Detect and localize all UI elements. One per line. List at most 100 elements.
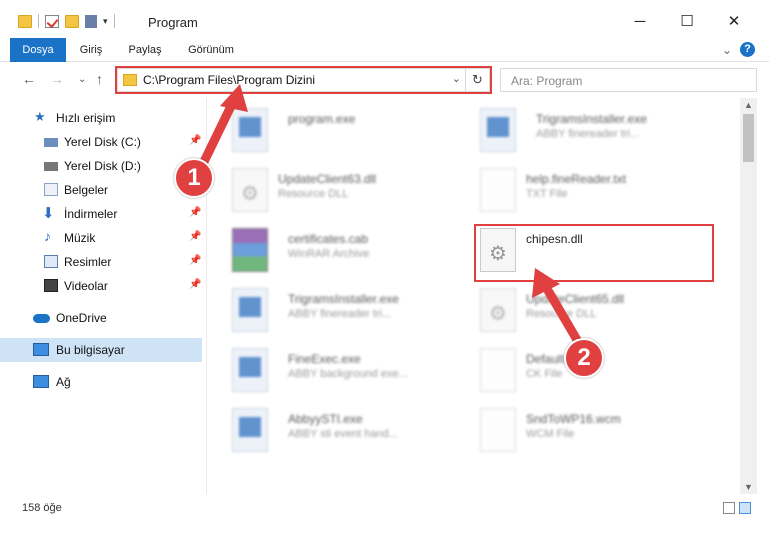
sidebar-item-label: Bu bilgisayar	[56, 343, 125, 357]
help-icon[interactable]: ?	[740, 42, 755, 57]
sidebar-item-network[interactable]: Ağ	[0, 370, 202, 394]
tab-home[interactable]: Giriş	[72, 38, 110, 62]
search-placeholder: Ara: Program	[511, 74, 583, 88]
ribbon-expand-icon[interactable]: ⌄	[722, 43, 732, 57]
pictures-icon	[44, 255, 58, 268]
tab-view[interactable]: Görünüm	[180, 38, 242, 62]
file-item[interactable]: program.exe	[232, 106, 472, 162]
address-highlight-box	[115, 66, 492, 94]
file-description: Resource DLL	[278, 188, 349, 200]
exe-file-icon	[232, 348, 268, 392]
pin-icon[interactable]: 📌	[189, 279, 201, 290]
up-arrow-icon[interactable]: ↑	[96, 71, 103, 87]
pin-icon[interactable]: 📌	[189, 207, 201, 218]
file-description: Resource DLL	[526, 308, 597, 320]
details-view-icon[interactable]	[723, 502, 735, 514]
callout-badge-2: 2	[564, 338, 604, 378]
music-icon: ♪	[44, 228, 51, 244]
folder-icon[interactable]	[18, 14, 32, 28]
customize-toolbar-icon[interactable]	[85, 14, 97, 28]
sidebar-item-label: Yerel Disk (C:)	[64, 135, 141, 149]
forward-arrow-icon[interactable]: →	[50, 71, 64, 87]
drive-icon	[44, 138, 58, 147]
file-description: ABBY background exe...	[288, 368, 408, 380]
sidebar-item-label: Resimler	[64, 255, 112, 269]
network-icon	[33, 375, 49, 388]
file-item[interactable]: help.fineReader.txt TXT File	[480, 166, 720, 222]
ribbon-right-controls: ⌄ ?	[722, 42, 755, 57]
toolbar-separator	[38, 14, 39, 28]
archive-file-icon	[232, 228, 268, 272]
file-name: SndToWP16.wcm	[526, 412, 621, 426]
sidebar-item-label: Yerel Disk (D:)	[64, 159, 141, 173]
file-description: TXT File	[526, 188, 568, 200]
sidebar-item-documents[interactable]: Belgeler 📌	[0, 178, 202, 202]
file-item[interactable]: TrigramsInstaller.exe ABBY finereader tr…	[232, 286, 472, 342]
file-item[interactable]: TrigramsInstaller.exe ABBY finereader tr…	[480, 106, 720, 162]
file-description: ABBY finereader tri...	[536, 128, 640, 140]
file-description: WinRAR Archive	[288, 248, 370, 260]
file-description: ABBY sti event hand...	[288, 428, 398, 440]
vertical-scrollbar[interactable]: ▲ ▼	[740, 98, 757, 494]
file-description: WCM File	[526, 428, 575, 440]
close-button[interactable]: ✕	[714, 8, 754, 36]
quick-access-toolbar: ▾	[18, 14, 115, 28]
file-name: TrigramsInstaller.exe	[536, 112, 647, 126]
view-switcher	[723, 502, 751, 514]
sidebar-item-label: Ağ	[56, 375, 71, 389]
file-name: UpdateClient65.dll	[526, 292, 625, 306]
back-arrow-icon[interactable]: ←	[22, 71, 36, 87]
file-item[interactable]: AbbyySTI.exe ABBY sti event hand...	[232, 406, 472, 462]
pin-icon[interactable]: 📌	[189, 135, 201, 146]
file-description: CK File	[526, 368, 563, 380]
sidebar-item-pictures[interactable]: Resimler 📌	[0, 250, 202, 274]
file-name: TrigramsInstaller.exe	[288, 292, 399, 306]
scroll-down-icon[interactable]: ▼	[744, 482, 753, 492]
sidebar-item-local-disk-c[interactable]: Yerel Disk (C:) 📌	[0, 130, 202, 154]
file-name: AbbyySTI.exe	[288, 412, 363, 426]
star-icon: ★	[34, 109, 46, 124]
exe-file-icon	[232, 408, 268, 452]
sidebar-item-onedrive[interactable]: OneDrive	[0, 306, 202, 330]
download-icon: ⬇	[42, 205, 55, 222]
file-name: UpdateClient63.dll	[278, 172, 377, 186]
tiles-view-icon[interactable]	[739, 502, 751, 514]
window-title: Program	[148, 15, 198, 30]
toolbar-dropdown-icon[interactable]: ▾	[103, 16, 108, 27]
txt-file-icon	[480, 348, 516, 392]
status-bar: 158 öğe	[0, 494, 769, 534]
drive-icon	[44, 162, 58, 171]
file-name: program.exe	[288, 112, 356, 126]
maximize-button[interactable]: ☐	[667, 8, 707, 36]
minimize-button[interactable]: ─	[620, 8, 660, 36]
new-folder-icon[interactable]	[65, 14, 79, 28]
file-item[interactable]: SndToWP16.wcm WCM File	[480, 406, 720, 462]
tab-share[interactable]: Paylaş	[120, 38, 170, 62]
sidebar-item-this-pc[interactable]: Bu bilgisayar	[0, 338, 202, 362]
sidebar-item-label: Videolar	[64, 279, 108, 293]
sidebar-item-quick-access[interactable]: ★ Hızlı erişim	[0, 106, 202, 130]
file-name: help.fineReader.txt	[526, 172, 627, 186]
file-item[interactable]: FineExec.exe ABBY background exe...	[232, 346, 472, 402]
sidebar-item-label: İndirmeler	[64, 207, 118, 221]
sidebar-item-local-disk-d[interactable]: Yerel Disk (D:) 📌	[0, 154, 202, 178]
ribbon-tabs: Dosya Giriş Paylaş Görünüm ⌄ ?	[0, 38, 769, 62]
properties-check-icon[interactable]	[45, 14, 59, 28]
recent-locations-icon[interactable]: ⌄	[78, 74, 86, 85]
search-input[interactable]: Ara: Program	[500, 68, 757, 92]
txt-file-icon	[480, 168, 516, 212]
file-item[interactable]: certificates.cab WinRAR Archive	[232, 226, 472, 282]
pin-icon[interactable]: 📌	[189, 255, 201, 266]
dll-file-icon	[232, 168, 268, 212]
sidebar-item-music[interactable]: ♪ Müzik 📌	[0, 226, 202, 250]
tab-file[interactable]: Dosya	[10, 38, 66, 62]
sidebar-item-downloads[interactable]: ⬇ İndirmeler 📌	[0, 202, 202, 226]
sidebar-item-videos[interactable]: Videolar 📌	[0, 274, 202, 298]
scroll-up-icon[interactable]: ▲	[744, 100, 753, 110]
file-name: FineExec.exe	[288, 352, 361, 366]
file-item[interactable]: UpdateClient63.dll Resource DLL	[232, 166, 472, 222]
pin-icon[interactable]: 📌	[189, 231, 201, 242]
file-item[interactable]: UpdateClient65.dll Resource DLL	[480, 286, 720, 342]
sidebar-item-label: OneDrive	[56, 311, 107, 325]
scroll-thumb[interactable]	[743, 114, 754, 162]
